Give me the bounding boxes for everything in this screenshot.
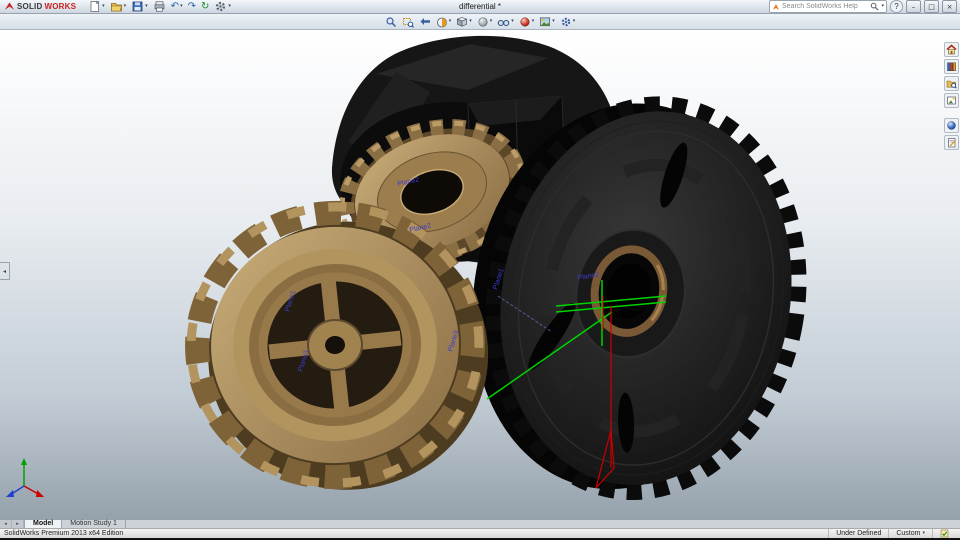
restore-button[interactable]: □ xyxy=(924,0,939,13)
brand-text-solid: SOLID xyxy=(17,2,43,11)
graphics-area[interactable]: Plane2 Plane2 Plane1 Plane3 Plane1 Plane… xyxy=(0,30,960,519)
hide-show-items-button[interactable]: ▾ xyxy=(495,16,516,28)
apply-scene-button[interactable]: ▾ xyxy=(537,16,557,28)
books-icon xyxy=(947,62,956,71)
previous-view-arrow-icon xyxy=(420,17,430,25)
section-view-caret[interactable]: ▾ xyxy=(449,19,452,24)
featuremanager-collapsed-tab[interactable]: ◂ xyxy=(0,262,10,280)
undo-button[interactable]: ↶ ▾ xyxy=(169,1,185,13)
document-pencil-icon xyxy=(948,138,956,148)
view-orientation-button[interactable]: ▾ xyxy=(454,16,474,28)
status-icon-item[interactable] xyxy=(932,529,956,538)
help-button[interactable]: ? xyxy=(890,0,903,13)
zoom-to-area-icon xyxy=(402,17,414,28)
solidworks-resources-button[interactable] xyxy=(944,42,959,57)
folder-search-icon xyxy=(946,80,957,89)
configuration-caret: ▾ xyxy=(922,530,925,536)
display-style-button[interactable]: ▾ xyxy=(475,16,495,28)
open-dropdown-caret[interactable]: ▾ xyxy=(124,4,127,9)
open-button[interactable]: ▾ xyxy=(108,1,129,13)
new-document-icon xyxy=(90,0,100,12)
search-placeholder: Search SolidWorks Help xyxy=(782,3,858,10)
appearances-scenes-button[interactable] xyxy=(944,118,959,133)
main-toolbar: ▾ ▾ ▾ ↶ ▾ ↷ ↻ ▾ xyxy=(86,0,233,13)
print-button[interactable] xyxy=(151,1,168,13)
apply-scene-caret[interactable]: ▾ xyxy=(552,19,555,24)
save-dropdown-caret[interactable]: ▾ xyxy=(145,4,148,9)
redo-button[interactable]: ↷ xyxy=(186,1,198,13)
view-settings-button[interactable]: ▾ xyxy=(558,16,578,28)
bottom-tabs-bar: ◂ ▸ Model Motion Study 1 xyxy=(0,519,960,528)
hide-show-glasses-icon xyxy=(497,19,510,26)
display-style-caret[interactable]: ▾ xyxy=(490,19,493,24)
edit-appearance-caret[interactable]: ▾ xyxy=(532,19,535,24)
view-orientation-caret[interactable]: ▾ xyxy=(469,19,472,24)
file-explorer-button[interactable] xyxy=(944,76,959,91)
view-settings-caret[interactable]: ▾ xyxy=(573,19,576,24)
constraint-state-label: Under Defined xyxy=(828,529,888,538)
minimize-button[interactable]: – xyxy=(906,0,921,13)
titlebar-right: Search SolidWorks Help ▾ ? – □ × xyxy=(769,0,960,13)
task-pane-strip xyxy=(944,42,959,150)
brand-text-works: WORKS xyxy=(44,2,77,11)
search-box[interactable]: Search SolidWorks Help ▾ xyxy=(769,0,887,13)
edit-appearance-button[interactable]: ▾ xyxy=(517,16,537,28)
title-bar: SOLID WORKS ▾ ▾ ▾ ↶ ▾ ↷ ↻ ▾ differential… xyxy=(0,0,960,14)
save-floppy-icon xyxy=(132,1,143,12)
status-bar: SolidWorks Premium 2013 x64 Edition Unde… xyxy=(0,528,960,538)
solidworks-logo-icon xyxy=(4,2,15,10)
apply-scene-icon xyxy=(540,16,551,26)
configuration-selector[interactable]: Custom ▾ xyxy=(888,529,932,538)
appearance-sphere-icon xyxy=(947,121,956,130)
options-gear-icon xyxy=(216,1,226,12)
section-view-icon xyxy=(436,17,447,27)
view-settings-gear-icon xyxy=(561,17,571,26)
new-dropdown-caret[interactable]: ▾ xyxy=(102,4,105,9)
open-folder-icon xyxy=(110,3,122,12)
options-dropdown-caret[interactable]: ▾ xyxy=(228,4,231,9)
heads-up-view-toolbar: ▾ ▾ ▾ ▾ ▾ ▾ ▾ xyxy=(0,14,960,30)
edition-label: SolidWorks Premium 2013 x64 Edition xyxy=(4,530,124,537)
section-view-button[interactable]: ▾ xyxy=(434,16,454,28)
3d-scene[interactable]: Plane2 Plane2 Plane1 Plane3 Plane1 Plane… xyxy=(0,30,960,519)
tab-scroll-left-button[interactable]: ◂ xyxy=(0,520,12,528)
configuration-label: Custom xyxy=(896,530,921,537)
new-button[interactable]: ▾ xyxy=(86,0,107,13)
status-check-icon xyxy=(940,529,949,538)
picture-icon xyxy=(947,96,956,105)
design-library-button[interactable] xyxy=(944,59,959,74)
zoom-to-area-button[interactable] xyxy=(400,16,416,28)
display-style-sphere-icon xyxy=(478,16,488,27)
save-button[interactable]: ▾ xyxy=(129,1,150,13)
custom-properties-button[interactable] xyxy=(944,135,959,150)
search-magnifier-icon[interactable] xyxy=(870,2,880,11)
hide-show-caret[interactable]: ▾ xyxy=(511,19,514,24)
panel-collapse-glyph: ◂ xyxy=(2,267,6,275)
zoom-to-fit-icon xyxy=(386,16,396,27)
solidworks-search-flame-icon xyxy=(773,3,779,10)
close-button[interactable]: × xyxy=(942,0,957,13)
print-icon xyxy=(154,1,165,12)
view-orientation-cube-icon xyxy=(456,16,468,27)
solidworks-logo: SOLID WORKS xyxy=(0,1,80,12)
edit-appearance-ball-icon xyxy=(520,17,530,26)
undo-dropdown-caret[interactable]: ▾ xyxy=(180,4,183,9)
tab-model[interactable]: Model xyxy=(24,520,63,528)
rebuild-button[interactable]: ↻ xyxy=(199,1,211,13)
redo-icon: ↷ xyxy=(187,0,196,12)
options-button[interactable]: ▾ xyxy=(212,1,233,13)
view-palette-button[interactable] xyxy=(944,93,959,108)
tab-motion-study-1[interactable]: Motion Study 1 xyxy=(62,520,126,528)
zoom-to-fit-button[interactable] xyxy=(383,16,399,28)
rebuild-icon: ↻ xyxy=(200,0,210,12)
tab-scroll-right-button[interactable]: ▸ xyxy=(12,520,24,528)
previous-view-button[interactable] xyxy=(417,16,433,28)
home-icon xyxy=(946,44,957,55)
document-title: differential * xyxy=(458,2,502,11)
undo-icon: ↶ xyxy=(170,0,180,12)
search-dropdown-caret[interactable]: ▾ xyxy=(881,4,884,9)
